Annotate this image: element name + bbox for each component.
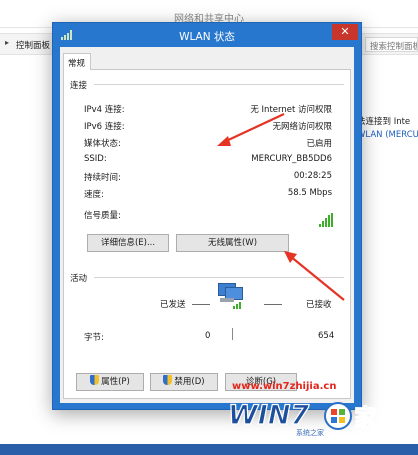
breadcrumb[interactable]: 控制面板 [16,39,50,51]
logo-orb [324,402,352,430]
media-state-label: 媒体状态: [84,139,121,149]
received-line [264,304,282,305]
ipv4-value: 无 Internet 访问权限 [250,105,332,115]
disable-button[interactable]: 禁用(D) [150,373,218,391]
tab-general[interactable]: 常规 [63,53,91,70]
dialog-body: 常规 连接 IPv4 连接: 无 Internet 访问权限 IPv6 连接: … [60,47,354,403]
properties-button[interactable]: 属性(P) [76,373,144,391]
received-label: 已接收 [306,300,332,310]
speed-label: 速度: [84,190,104,200]
ipv6-label: IPv6 连接: [84,122,125,132]
taskbar [0,444,418,455]
dialog-titlebar[interactable]: WLAN 状态 ✕ [53,23,361,47]
duration-value: 00:28:25 [293,171,332,181]
ipv6-value: 无网络访问权限 [272,122,332,132]
media-state-value: 已启用 [306,139,332,149]
duration-label: 持续时间: [84,173,121,183]
wlan-status-dialog: WLAN 状态 ✕ 常规 连接 IPv4 连接: 无 Internet 访问权限… [52,22,362,410]
activity-group-label: 活动 [70,274,88,284]
uac-shield-icon [163,375,173,385]
wireless-properties-button[interactable]: 无线属性(W) [176,234,289,252]
bytes-label: 字节: [84,333,104,343]
network-computer-icon [216,283,244,309]
win7-logo: WIN7 家 系统之家 [227,399,378,436]
dialog-title: WLAN 状态 [179,31,235,43]
wlan-connection-link[interactable]: WLAN (MERCU [357,130,418,140]
uac-shield-icon [90,375,100,385]
watermark-url: www.win7zhijia.cn [232,381,337,392]
ipv4-label: IPv4 连接: [84,105,125,115]
ssid-value: MERCURY_BB5DD6 [251,154,332,164]
divider [94,84,344,85]
divider [94,277,344,278]
search-input[interactable]: 搜索控制面板 [365,37,418,52]
sent-label: 已发送 [160,300,186,310]
connection-group-label: 连接 [70,81,88,91]
bytes-received-value: 654 [318,331,335,341]
signal-strength-icon [319,213,335,227]
properties-button-label: 属性(P) [101,377,130,387]
disable-button-label: 禁用(D) [174,377,205,387]
sent-line [192,304,210,305]
logo-suffix: 家 [354,404,378,432]
close-button[interactable]: ✕ [332,24,358,40]
details-button[interactable]: 详细信息(E)... [87,234,169,252]
ssid-label: SSID: [84,154,107,164]
chevron-right-icon[interactable]: ▸ [5,38,9,47]
signal-quality-label: 信号质量: [84,211,121,221]
logo-win7-text: WIN7 [228,400,309,431]
general-panel: 连接 IPv4 连接: 无 Internet 访问权限 IPv6 连接: 无网络… [63,69,351,399]
bytes-sent-value: 0 [205,331,211,341]
connection-status-text: 法连接到 Inte [357,117,411,127]
logo-subtext: 系统之家 [296,428,324,436]
speed-value: 58.5 Mbps [287,188,332,198]
activity-divider [232,328,233,340]
